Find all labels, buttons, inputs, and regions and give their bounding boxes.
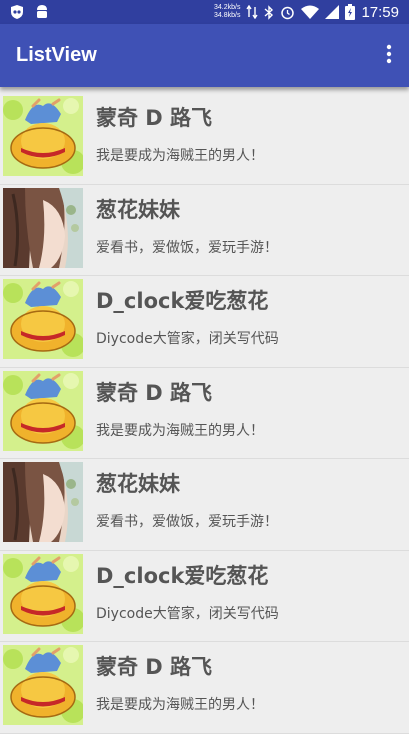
more-vert-icon — [386, 44, 392, 68]
item-description: 我是要成为海贼王的男人！ — [96, 422, 264, 439]
list-item[interactable]: 蒙奇 D 路飞 我是要成为海贼王的男人！ — [0, 642, 409, 734]
item-name: 蒙奇 D 路飞 — [96, 106, 213, 130]
status-bar: 34.2kb/s 34.8kb/s 17:59 — [0, 0, 409, 24]
item-description: Diycode大管家，闭关写代码 — [96, 331, 279, 347]
list-item[interactable]: 蒙奇 D 路飞 我是要成为海贼王的男人！ — [0, 93, 409, 185]
wifi-icon — [301, 5, 320, 19]
avatar — [3, 279, 83, 359]
list-item[interactable]: 葱花妹妹 爱看书，爱做饭，爱玩手游！ — [0, 185, 409, 276]
item-name: D_clock爱吃葱花 — [96, 289, 269, 313]
download-speed: 34.8kb/s — [213, 12, 241, 19]
shield-icon — [9, 4, 25, 20]
avatar — [3, 645, 83, 725]
list-item[interactable]: 蒙奇 D 路飞 我是要成为海贼王的男人！ — [0, 368, 409, 459]
list-item[interactable]: 葱花妹妹 爱看书，爱做饭，爱玩手游！ — [0, 459, 409, 551]
list-item[interactable]: D_clock爱吃葱花 Diycode大管家，闭关写代码 — [0, 276, 409, 368]
avatar — [3, 188, 83, 268]
upload-speed: 34.2kb/s — [213, 4, 241, 11]
app-bar: ListView — [0, 24, 409, 87]
android-icon — [35, 4, 49, 20]
data-transfer-icon — [246, 5, 259, 19]
item-description: 我是要成为海贼王的男人！ — [96, 697, 264, 713]
overflow-menu-button[interactable] — [369, 32, 409, 80]
item-name: 葱花妹妹 — [96, 197, 180, 222]
item-description: 爱看书，爱做饭，爱玩手游！ — [96, 239, 278, 256]
item-description: 爱看书，爱做饭，爱玩手游！ — [96, 514, 278, 530]
network-speed: 34.2kb/s 34.8kb/s — [214, 4, 240, 20]
avatar — [3, 554, 83, 634]
item-name: 蒙奇 D 路飞 — [96, 380, 213, 405]
bluetooth-icon — [264, 4, 274, 20]
app-title: ListView — [16, 44, 97, 66]
item-description: Diycode大管家，闭关写代码 — [96, 605, 279, 622]
avatar — [3, 462, 83, 542]
item-name: D_clock爱吃葱花 — [96, 563, 269, 588]
item-name: 葱花妹妹 — [96, 472, 180, 496]
battery-charging-icon — [345, 4, 356, 20]
item-name: 蒙奇 D 路飞 — [96, 655, 213, 679]
cell-signal-icon — [325, 5, 340, 19]
avatar — [3, 371, 83, 451]
item-description: 我是要成为海贼王的男人！ — [96, 148, 264, 164]
avatar — [3, 96, 83, 176]
status-clock: 17:59 — [361, 3, 399, 21]
contact-list[interactable]: 蒙奇 D 路飞 我是要成为海贼王的男人！ 葱花妹妹 爱看书，爱做饭，爱玩手游！ … — [0, 93, 409, 734]
list-item[interactable]: D_clock爱吃葱花 Diycode大管家，闭关写代码 — [0, 551, 409, 642]
alarm-icon — [280, 5, 295, 20]
